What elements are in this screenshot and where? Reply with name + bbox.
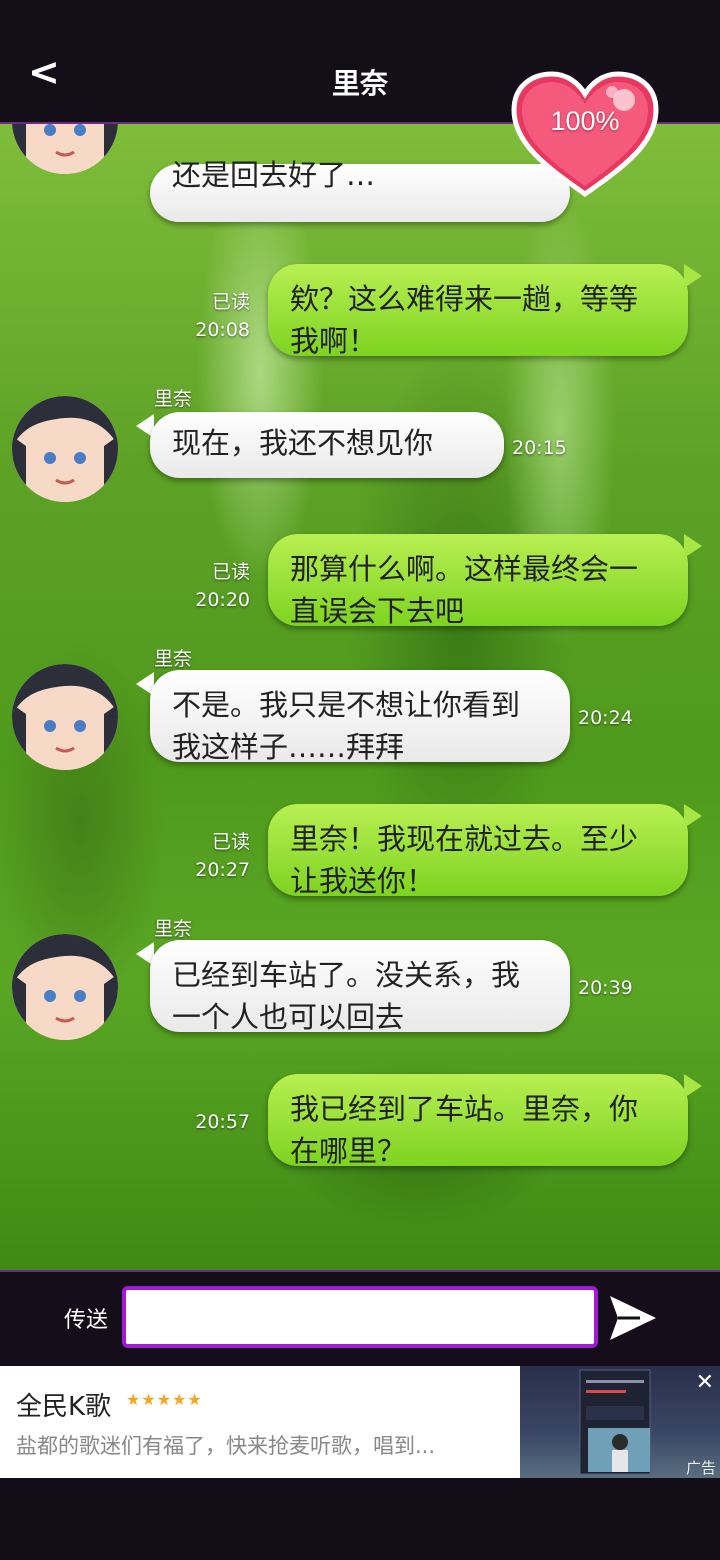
read-status: 已读	[211, 831, 250, 853]
avatar[interactable]	[12, 396, 118, 502]
message-time: 20:39	[578, 977, 633, 999]
message-bubble-incoming[interactable]: 还是回去好了…	[150, 158, 570, 222]
bubble-tail	[684, 264, 702, 288]
sender-name: 里奈	[154, 918, 193, 940]
message-time: 20:15	[512, 437, 567, 459]
ad-description: 盐都的歌迷们有福了，快来抢麦听歌，唱到...	[16, 1434, 436, 1458]
message-text: 我已经到了车站。里奈，你在哪里？	[290, 1092, 639, 1168]
message-time: 20:57	[195, 1111, 250, 1133]
message-text: 已经到车站了。没关系，我一个人也可以回去	[172, 958, 521, 1034]
message-text: 还是回去好了…	[172, 158, 376, 192]
message-bubble-incoming[interactable]: 不是。我只是不想让你看到我这样子……拜拜	[150, 670, 570, 764]
message-text: 欸？这么难得来一趟，等等我啊！	[290, 282, 639, 358]
message-text: 不是。我只是不想让你看到我这样子……拜拜	[172, 688, 521, 764]
message-bubble-incoming[interactable]: 现在，我还不想见你	[150, 412, 504, 478]
chat-area[interactable]: 还是回去好了… 已读 20:08 欸？这么难得来一趟，等等我啊！ 里奈 现在，我…	[0, 124, 720, 1270]
avatar[interactable]	[12, 124, 118, 174]
bubble-tail	[684, 1074, 702, 1098]
sender-name: 里奈	[154, 388, 193, 410]
message-text: 那算什么啊。这样最终会一直误会下去吧	[290, 552, 639, 628]
message-bubble-outgoing[interactable]: 那算什么啊。这样最终会一直误会下去吧	[268, 534, 688, 628]
read-status: 已读	[211, 291, 250, 313]
ad-image[interactable]: ✕ 广告	[520, 1366, 720, 1478]
affection-heart: 100%	[508, 70, 662, 200]
read-status: 已读	[211, 561, 250, 583]
rating-stars: ★★★★★	[126, 1390, 203, 1409]
send-button[interactable]	[606, 1292, 660, 1344]
ad-close-button[interactable]: ✕	[696, 1370, 714, 1395]
ad-tag: 广告	[685, 1459, 716, 1477]
avatar[interactable]	[12, 934, 118, 1040]
bubble-tail	[684, 534, 702, 558]
message-bubble-outgoing[interactable]: 里奈！我现在就过去。至少让我送你！	[268, 804, 688, 898]
bottom-area	[0, 1478, 720, 1560]
message-time: 20:08	[195, 319, 250, 341]
avatar[interactable]	[12, 664, 118, 770]
message-bubble-outgoing[interactable]: 欸？这么难得来一趟，等等我啊！	[268, 264, 688, 358]
message-input[interactable]	[122, 1286, 598, 1348]
sender-name: 里奈	[154, 648, 193, 670]
message-bubble-incoming[interactable]: 已经到车站了。没关系，我一个人也可以回去	[150, 940, 570, 1034]
ad-title: 全民K歌	[16, 1392, 112, 1422]
bubble-tail	[684, 804, 702, 828]
send-label: 传送	[64, 1308, 109, 1333]
message-text: 里奈！我现在就过去。至少让我送你！	[290, 822, 639, 898]
message-time: 20:24	[578, 707, 633, 729]
send-icon	[610, 1296, 656, 1340]
affection-value: 100%	[550, 106, 620, 136]
message-time: 20:27	[195, 859, 250, 881]
input-bar: 传送	[0, 1270, 720, 1368]
message-text: 现在，我还不想见你	[172, 426, 434, 460]
message-bubble-outgoing[interactable]: 我已经到了车站。里奈，你在哪里？	[268, 1074, 688, 1168]
message-time: 20:20	[195, 589, 250, 611]
ad-banner[interactable]: 全民K歌 ★★★★★ 盐都的歌迷们有福了，快来抢麦听歌，唱到... ✕ 广告	[0, 1366, 720, 1478]
